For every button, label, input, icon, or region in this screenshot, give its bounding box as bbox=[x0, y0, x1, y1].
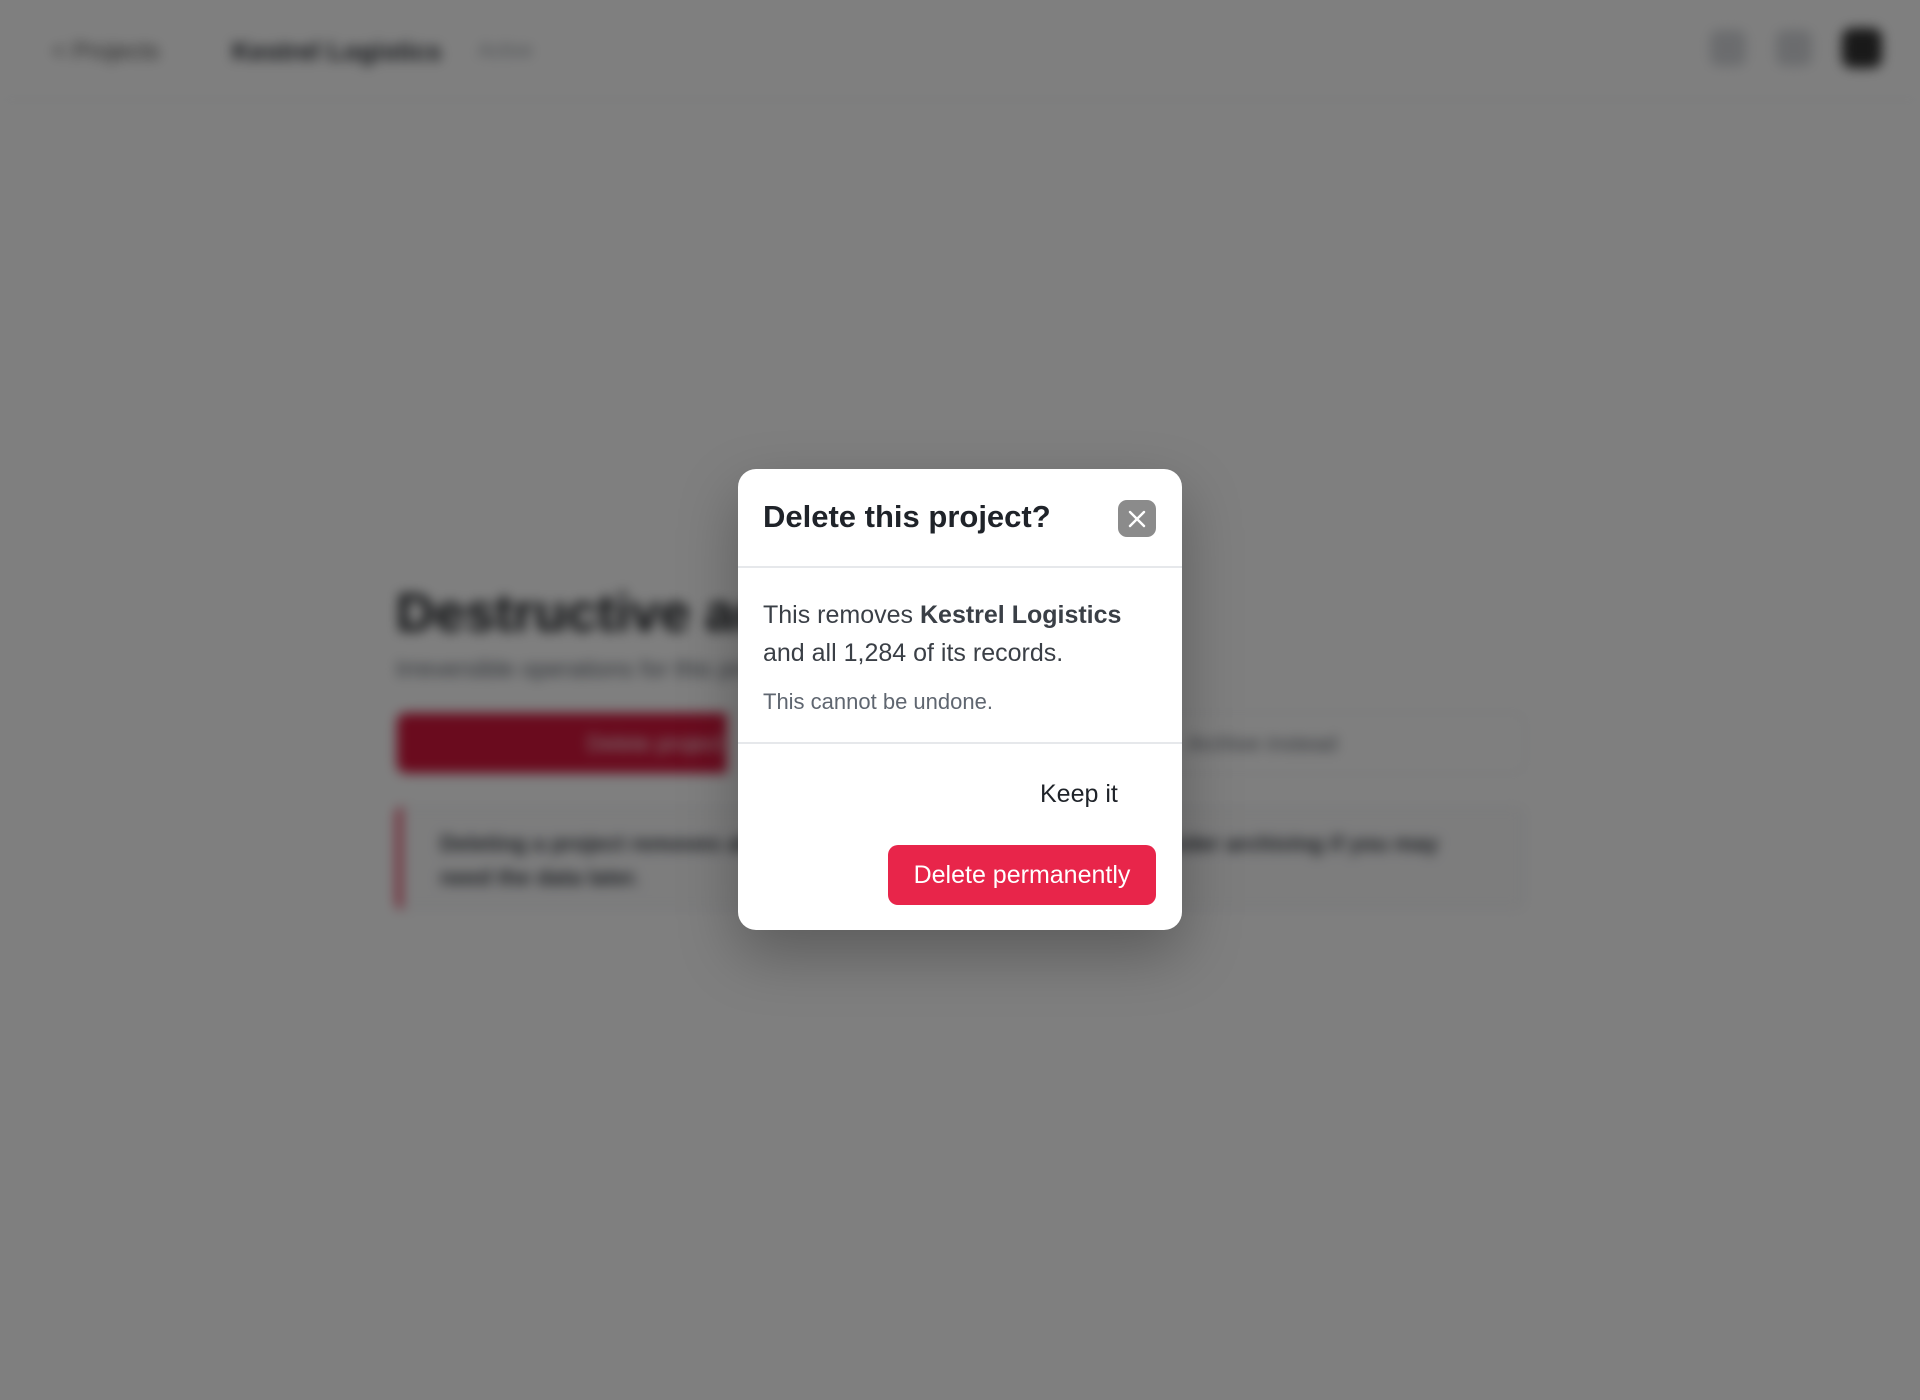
dialog-body: This removes Kestrel Logistics and all 1… bbox=[738, 568, 1182, 744]
message-prefix: This removes bbox=[763, 601, 920, 629]
dialog-header: Delete this project? bbox=[738, 469, 1182, 568]
dialog-warning: This cannot be undone. bbox=[763, 689, 993, 714]
keep-button[interactable]: Keep it bbox=[1040, 780, 1118, 809]
project-name: Kestrel Logistics bbox=[919, 601, 1122, 629]
dialog-message: This removes Kestrel Logistics and all 1… bbox=[763, 596, 1163, 672]
close-icon bbox=[1128, 510, 1146, 527]
delete-permanently-button[interactable]: Delete permanently bbox=[888, 845, 1156, 905]
dialog-title: Delete this project? bbox=[763, 499, 1051, 534]
message-suffix: and all 1,284 of its records. bbox=[763, 639, 1064, 667]
close-button[interactable] bbox=[1118, 500, 1156, 537]
